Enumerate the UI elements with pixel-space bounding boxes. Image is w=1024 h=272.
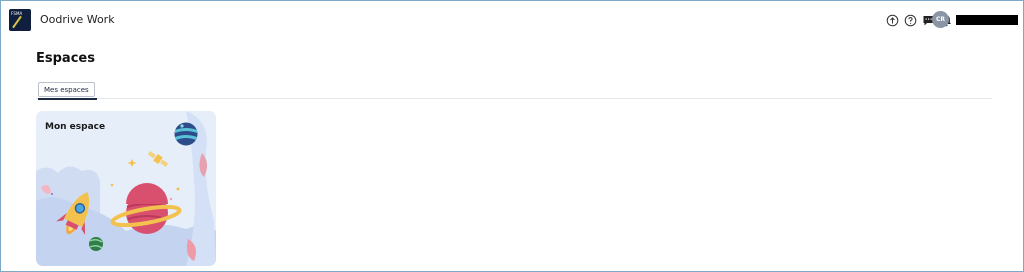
tab-mes-espaces[interactable]: Mes espaces xyxy=(38,82,95,97)
space-illustration xyxy=(36,111,216,266)
help-icon[interactable] xyxy=(904,12,917,27)
space-card-title: Mon espace xyxy=(45,122,106,132)
logo-slash-mark xyxy=(12,15,22,29)
space-card[interactable]: Mon espace xyxy=(36,111,216,266)
tab-bar: Mes espaces xyxy=(36,81,992,100)
page-title: Espaces xyxy=(36,51,95,66)
fsma-logo[interactable]: FSMA xyxy=(9,9,31,31)
top-bar: FSMA Oodrive Work CR xyxy=(1,1,1023,39)
app-title[interactable]: Oodrive Work xyxy=(40,13,115,26)
active-tab-indicator xyxy=(38,98,97,100)
upload-info-icon[interactable] xyxy=(886,12,899,27)
app-window: FSMA Oodrive Work CR Espaces Mes espaces… xyxy=(0,0,1024,272)
user-avatar[interactable]: CR xyxy=(932,11,949,28)
username-redacted[interactable] xyxy=(956,15,1018,25)
